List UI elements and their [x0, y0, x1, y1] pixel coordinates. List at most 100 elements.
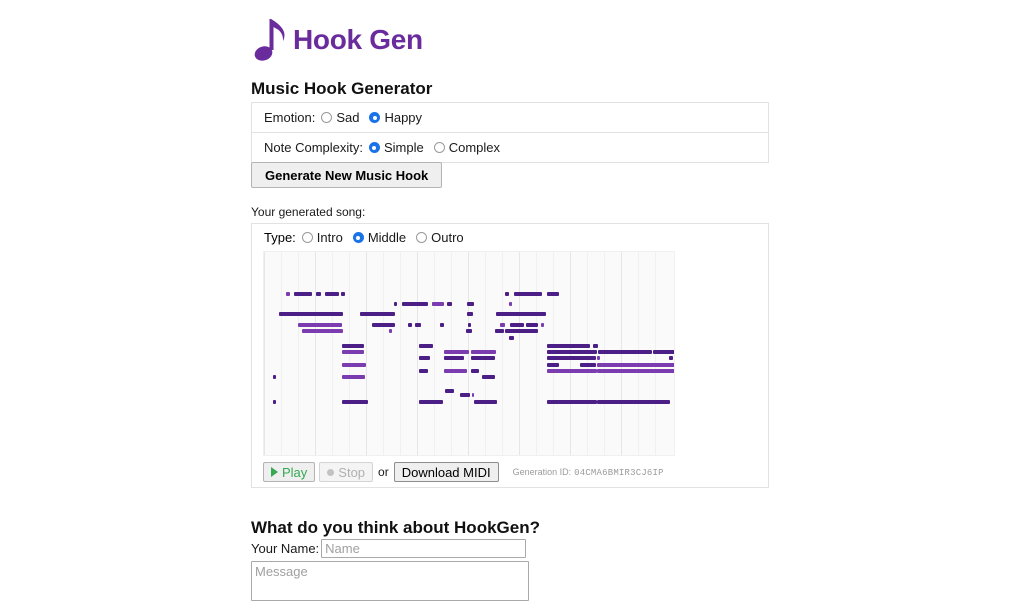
generated-song-label: Your generated song: [251, 205, 366, 219]
note-bar [467, 312, 473, 316]
note-bar [669, 356, 673, 360]
grid-line [332, 252, 333, 455]
feedback-title: What do you think about HookGen? [251, 518, 540, 537]
note-bar [653, 350, 674, 354]
name-row: Your Name: [251, 539, 527, 558]
radio-option-sad[interactable]: Sad [321, 110, 359, 125]
brand-name: Hook Gen [293, 24, 423, 55]
note-bar [547, 344, 590, 348]
note-bar [342, 375, 365, 379]
play-triangle-icon [271, 467, 278, 477]
stop-button-label: Stop [338, 464, 366, 480]
name-label: Your Name: [251, 541, 320, 556]
grid-line [502, 252, 503, 455]
piano-roll[interactable] [263, 251, 675, 456]
note-bar [495, 329, 504, 333]
note-bar [471, 350, 496, 354]
note-bar [509, 336, 514, 340]
message-textarea[interactable] [251, 561, 529, 601]
play-button-label: Play [282, 464, 308, 480]
stop-button[interactable]: Stop [319, 462, 374, 482]
radio-outro-icon[interactable] [416, 232, 428, 243]
note-bar [597, 400, 670, 404]
note-bar [342, 350, 364, 354]
radio-option-happy[interactable]: Happy [369, 110, 422, 125]
note-bar [447, 302, 452, 306]
note-bar [466, 329, 472, 333]
radio-option-simple[interactable]: Simple [368, 140, 424, 155]
radio-complex-icon[interactable] [433, 142, 445, 153]
note-bar [598, 350, 652, 354]
note-bar [402, 302, 428, 306]
or-text: or [378, 465, 389, 479]
radio-happy-icon[interactable] [369, 112, 381, 123]
grid-line [383, 252, 384, 455]
note-bar [342, 344, 364, 348]
note-bar [394, 302, 397, 306]
grid-line [434, 252, 435, 455]
grid-line-major [264, 252, 265, 455]
note-bar [514, 292, 542, 296]
radio-sad-icon[interactable] [321, 112, 333, 123]
type-row: Type: Intro Middle Outro [252, 224, 768, 251]
note-bar [597, 369, 674, 373]
name-input[interactable] [321, 539, 527, 558]
type-radio-group: Intro Middle Outro [301, 230, 474, 245]
note-bar [505, 329, 538, 333]
download-midi-button[interactable]: Download MIDI [393, 462, 499, 482]
radio-option-complex[interactable]: Complex [433, 140, 500, 155]
radio-intro-icon[interactable] [301, 232, 313, 243]
brand-logo: Hook Gen [251, 14, 423, 66]
note-bar [482, 375, 495, 379]
grid-line-major [366, 252, 367, 455]
note-bar [547, 292, 559, 296]
radio-simple-label: Simple [383, 140, 424, 155]
grid-line [536, 252, 537, 455]
settings-row-complexity: Note Complexity: Simple Complex [252, 132, 768, 162]
note-bar [547, 356, 596, 360]
note-bar [597, 363, 674, 367]
note-bar [471, 356, 495, 360]
note-bar [510, 323, 524, 327]
note-bar [408, 323, 412, 327]
note-bar [316, 292, 321, 296]
note-bar [302, 329, 343, 333]
emotion-radio-group: Sad Happy [321, 110, 432, 125]
note-bar [444, 350, 469, 354]
radio-middle-icon[interactable] [352, 232, 364, 243]
radio-simple-icon[interactable] [368, 142, 380, 153]
radio-option-outro[interactable]: Outro [416, 230, 464, 245]
note-bar [325, 292, 339, 296]
note-bar [445, 389, 454, 393]
radio-option-intro[interactable]: Intro [301, 230, 343, 245]
note-bar [415, 323, 421, 327]
play-button[interactable]: Play [263, 462, 316, 482]
generation-id: Generation ID: 04CMA6BMIR3CJ6IP [513, 467, 664, 478]
note-bar [419, 400, 443, 404]
radio-middle-label: Middle [367, 230, 407, 245]
note-bar [597, 356, 600, 360]
note-bar [471, 369, 479, 373]
generate-hook-button[interactable]: Generate New Music Hook [251, 162, 443, 188]
app-page: Hook Gen Music Hook Generator Emotion: S… [0, 0, 1024, 601]
note-bar [580, 363, 596, 367]
note-bar [460, 393, 470, 397]
note-bar [541, 323, 544, 327]
note-bar [444, 369, 467, 373]
note-bar [419, 356, 430, 360]
radio-outro-label: Outro [431, 230, 464, 245]
complexity-label: Note Complexity: [264, 140, 363, 155]
grid-line [400, 252, 401, 455]
note-bar [279, 312, 343, 316]
radio-option-middle[interactable]: Middle [352, 230, 407, 245]
note-bar [547, 350, 597, 354]
generation-id-label: Generation ID: [512, 466, 572, 477]
note-bar [468, 323, 471, 327]
settings-table: Emotion: Sad Happy Note Complexity: Simp… [251, 102, 769, 163]
note-bar [472, 393, 474, 397]
note-bar [432, 302, 444, 306]
note-bar [273, 375, 276, 379]
note-bar [440, 323, 444, 327]
generated-song-panel: Type: Intro Middle Outro Play Stop or Do… [251, 223, 769, 488]
note-bar [273, 400, 276, 404]
